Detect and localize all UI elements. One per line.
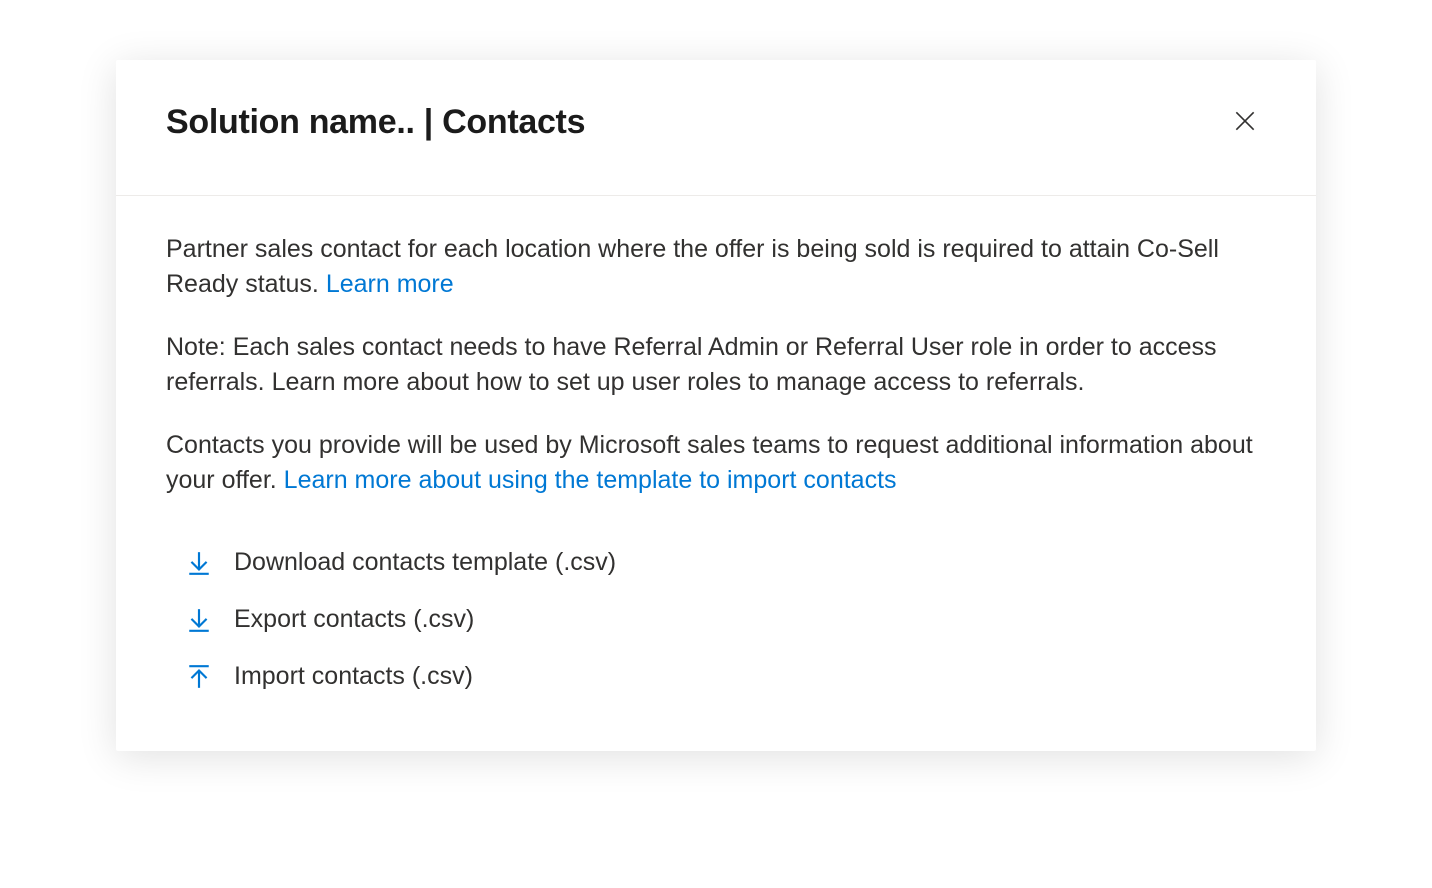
page-title: Solution name.. | Contacts xyxy=(166,103,585,142)
import-contacts-button[interactable]: Import contacts (.csv) xyxy=(186,662,1266,691)
intro-paragraph-3: Contacts you provide will be used by Mic… xyxy=(166,428,1266,498)
contacts-panel: Solution name.. | Contacts Partner sales… xyxy=(116,60,1316,751)
download-template-label: Download contacts template (.csv) xyxy=(234,548,616,577)
download-icon xyxy=(186,607,212,633)
import-contacts-label: Import contacts (.csv) xyxy=(234,662,473,691)
download-template-button[interactable]: Download contacts template (.csv) xyxy=(186,548,1266,577)
actions-list: Download contacts template (.csv) Export… xyxy=(166,548,1266,691)
learn-more-link-2[interactable]: Learn more about using the template to i… xyxy=(284,466,897,494)
para1-text: Partner sales contact for each location … xyxy=(166,235,1219,298)
export-contacts-button[interactable]: Export contacts (.csv) xyxy=(186,605,1266,634)
learn-more-link-1[interactable]: Learn more xyxy=(326,270,454,298)
intro-paragraph-1: Partner sales contact for each location … xyxy=(166,232,1266,302)
panel-body: Partner sales contact for each location … xyxy=(116,196,1316,751)
export-contacts-label: Export contacts (.csv) xyxy=(234,605,474,634)
download-icon xyxy=(186,550,212,576)
intro-paragraph-2: Note: Each sales contact needs to have R… xyxy=(166,330,1266,400)
close-icon xyxy=(1232,108,1258,137)
panel-header: Solution name.. | Contacts xyxy=(116,60,1316,196)
close-button[interactable] xyxy=(1224,100,1266,145)
upload-icon xyxy=(186,664,212,690)
